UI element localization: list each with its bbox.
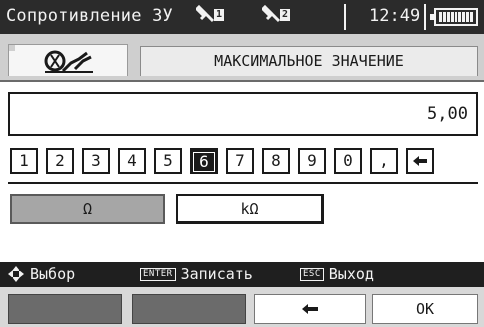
status-divider <box>344 4 346 30</box>
softkey-bar: OK <box>0 287 484 327</box>
probe-1-number: 1 <box>214 9 225 21</box>
backspace-arrow-icon <box>302 304 318 314</box>
hint-esc-label: Выход <box>328 265 374 283</box>
probe-2-number: 2 <box>280 9 291 21</box>
key-5[interactable]: 5 <box>154 148 182 174</box>
clock: 12:49 <box>369 6 421 26</box>
page-title: МАКСИМАЛЬНОЕ ЗНАЧЕНИЕ <box>140 46 478 76</box>
key-comma[interactable]: , <box>370 148 398 174</box>
probe-settings-icon <box>44 50 93 73</box>
ok-button[interactable]: OK <box>372 294 478 324</box>
hint-select: Выбор <box>8 265 75 283</box>
status-divider <box>424 4 426 30</box>
probe-2-indicator: 2 <box>262 5 291 25</box>
status-bar: Сопротивление ЗУ 1 2 12:49 <box>0 0 484 34</box>
key-7[interactable]: 7 <box>226 148 254 174</box>
key-2[interactable]: 2 <box>46 148 74 174</box>
key-8[interactable]: 8 <box>262 148 290 174</box>
unit-ohm-button[interactable]: Ω <box>10 194 165 224</box>
softkey-2[interactable] <box>132 294 246 324</box>
hint-select-label: Выбор <box>30 265 76 283</box>
settings-tab[interactable] <box>8 44 128 76</box>
key-1[interactable]: 1 <box>10 148 38 174</box>
softkey-backspace[interactable] <box>254 294 366 324</box>
settings-header: МАКСИМАЛЬНОЕ ЗНАЧЕНИЕ <box>0 34 484 82</box>
hint-enter: ENTER Записать <box>140 265 253 283</box>
hint-enter-label: Записать <box>180 265 253 283</box>
value-field[interactable]: 5,00 <box>8 92 478 136</box>
key-3[interactable]: 3 <box>82 148 110 174</box>
key-4[interactable]: 4 <box>118 148 146 174</box>
hint-esc: ESC Выход <box>300 265 374 283</box>
arrow-keys-icon <box>8 266 24 282</box>
softkey-1[interactable] <box>8 294 122 324</box>
probe-1-indicator: 1 <box>196 5 225 25</box>
enter-key-icon: ENTER <box>140 267 176 281</box>
key-6-selected[interactable]: 6 <box>190 148 218 174</box>
battery-icon <box>430 8 478 26</box>
hint-bar: Выбор ENTER Записать ESC Выход <box>0 262 484 287</box>
esc-key-icon: ESC <box>300 267 324 281</box>
section-divider <box>8 182 478 184</box>
key-backspace[interactable] <box>406 148 434 174</box>
key-0[interactable]: 0 <box>334 148 362 174</box>
measurement-title: Сопротивление ЗУ <box>6 6 173 26</box>
backspace-arrow-icon <box>413 156 427 166</box>
key-9[interactable]: 9 <box>298 148 326 174</box>
value-text: 5,00 <box>427 104 468 124</box>
unit-kohm-button[interactable]: kΩ <box>176 194 324 224</box>
meter-screen: Сопротивление ЗУ 1 2 12:49 МАКСИМАЛЬНОЕ … <box>0 0 484 327</box>
